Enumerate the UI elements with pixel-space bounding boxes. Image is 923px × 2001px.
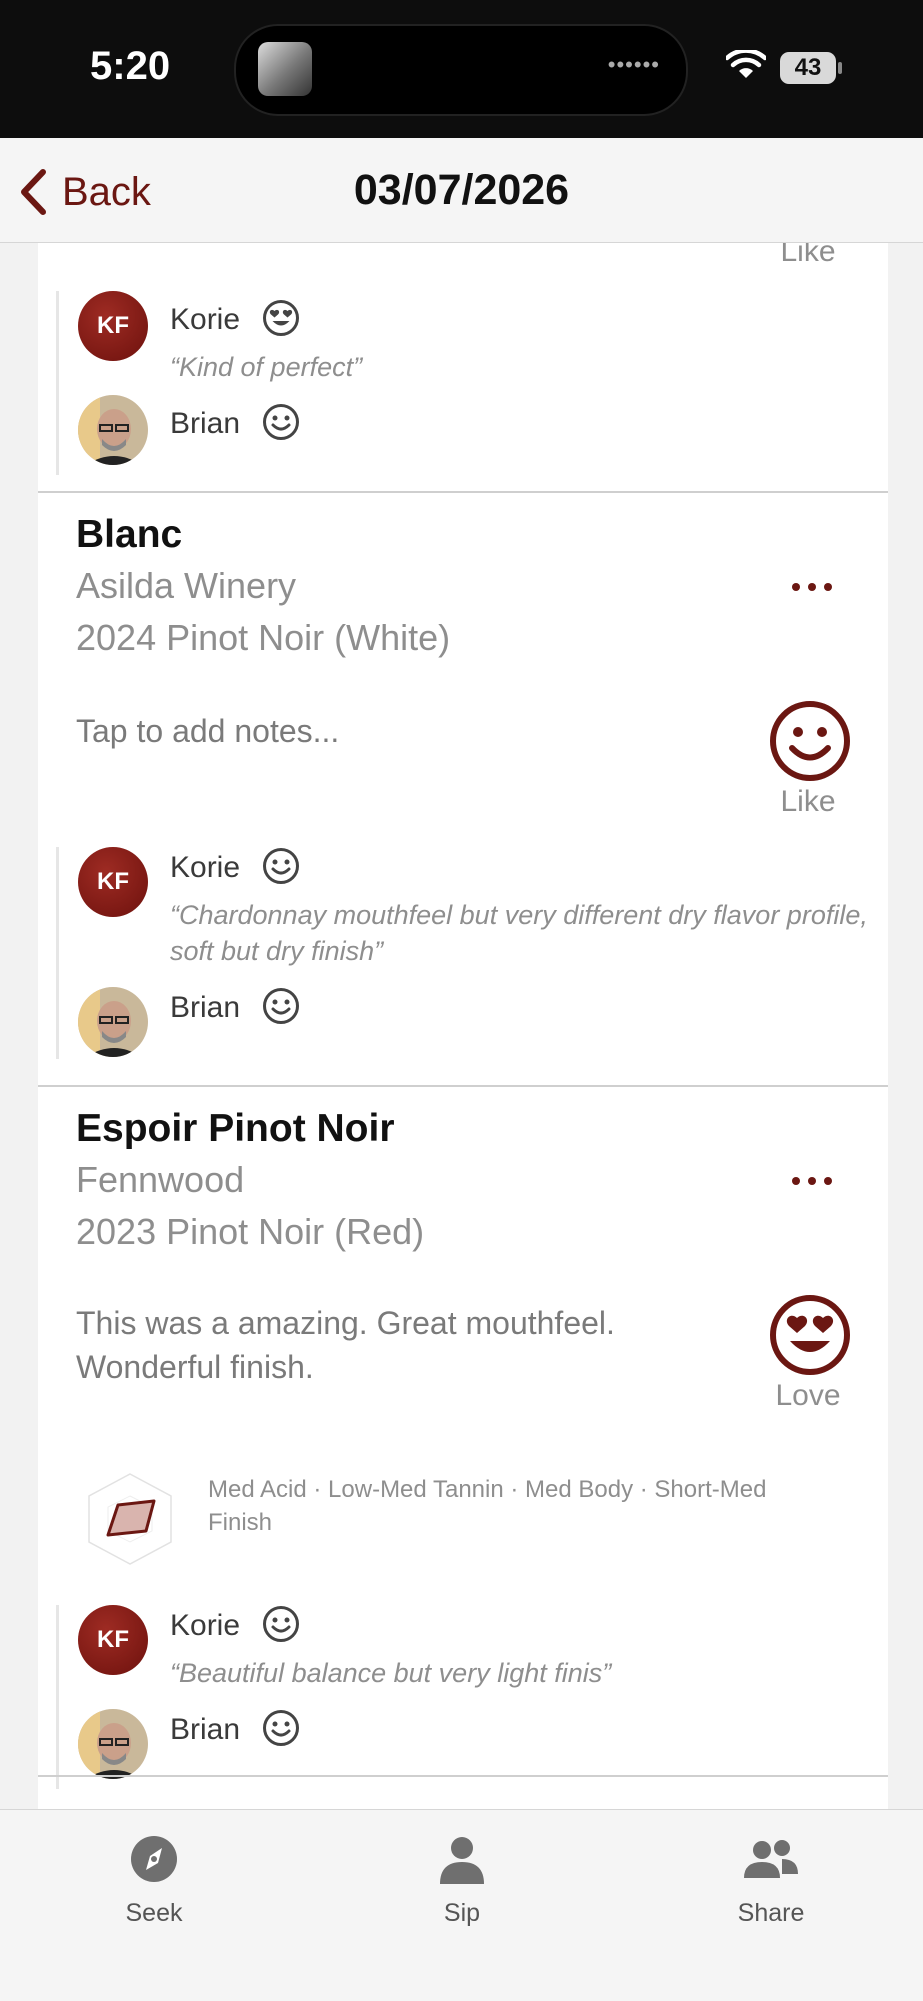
tasting-profile-chart-icon[interactable] xyxy=(86,1471,174,1567)
tasting-notes[interactable]: This was a amazing. Great mouthfeel. Won… xyxy=(76,1301,716,1389)
comment-thread-line xyxy=(56,847,59,1059)
wifi-icon xyxy=(726,50,766,78)
status-time: 5:20 xyxy=(90,44,171,88)
user-photo-icon xyxy=(78,1709,148,1779)
person-icon xyxy=(440,1837,484,1884)
commenter-name: Brian xyxy=(170,1713,241,1746)
tab-label: Sip xyxy=(443,1899,481,1927)
winery-name: Asilda Winery xyxy=(76,565,297,606)
avatar xyxy=(78,987,148,1057)
love-face-icon xyxy=(263,300,299,336)
avatar: KF xyxy=(78,847,148,917)
comment-list: KF Korie “Chardonnay mouthfeel but very … xyxy=(56,847,876,1059)
tab-label: Seek xyxy=(125,1899,183,1927)
wine-list[interactable]: Like KF Korie “Kind of perfect” Brian Bl… xyxy=(38,243,888,1809)
comment-thread-line xyxy=(56,291,59,475)
love-face-icon[interactable] xyxy=(768,1293,852,1377)
more-options-icon[interactable] xyxy=(790,577,834,597)
commenter-name: Korie xyxy=(170,303,241,336)
navigation-bar: Back 03/07/2026 xyxy=(0,138,923,243)
tab-share[interactable]: Share xyxy=(671,1834,871,1928)
comment-text: “Chardonnay mouthfeel but very different… xyxy=(170,900,868,966)
smile-face-icon xyxy=(263,988,299,1024)
people-icon xyxy=(744,1840,798,1878)
audio-indicator-icon: •••••• xyxy=(607,52,660,77)
comment-thread-line xyxy=(56,1605,59,1789)
tab-seek[interactable]: Seek xyxy=(54,1834,254,1928)
rating-label: Like xyxy=(780,243,836,268)
like-face-icon[interactable] xyxy=(768,699,852,783)
dynamic-island[interactable]: •••••• xyxy=(234,24,688,116)
page-title: 03/07/2026 xyxy=(353,166,570,214)
avatar: KF xyxy=(78,1605,148,1675)
vintage-varietal: 2023 Pinot Noir (Red) xyxy=(76,1211,425,1252)
avatar xyxy=(78,395,148,465)
battery-indicator: 43 xyxy=(780,52,842,84)
card-divider xyxy=(38,1775,888,1777)
rating-label: Love xyxy=(775,1379,841,1412)
smile-face-icon xyxy=(263,1606,299,1642)
comment-list: KF Korie “Beautiful balance but very lig… xyxy=(56,1605,876,1789)
commenter-name: Korie xyxy=(170,1609,241,1642)
comment-list: KF Korie “Kind of perfect” Brian xyxy=(56,291,876,475)
notes-placeholder[interactable]: Tap to add notes... xyxy=(76,709,716,753)
comment-text: “Beautiful balance but very light finis” xyxy=(170,1658,612,1688)
more-options-icon[interactable] xyxy=(790,1171,834,1191)
comment-text: “Kind of perfect” xyxy=(170,352,363,382)
smile-face-icon xyxy=(263,848,299,884)
tab-bar: Seek Sip Share xyxy=(0,1809,923,2001)
tab-sip[interactable]: Sip xyxy=(362,1834,562,1928)
wine-name: Espoir Pinot Noir xyxy=(76,1107,395,1150)
smile-face-icon xyxy=(263,1710,299,1746)
tab-label: Share xyxy=(737,1899,805,1927)
wine-card-previous: Like KF Korie “Kind of perfect” Brian xyxy=(38,243,888,493)
commenter-name: Korie xyxy=(170,851,241,884)
tasting-summary: Med Acid · Low-Med Tannin · Med Body · S… xyxy=(208,1476,767,1536)
user-photo-icon xyxy=(78,395,148,465)
rating-label: Like xyxy=(780,785,836,818)
smile-face-icon xyxy=(263,404,299,440)
wine-name: Blanc xyxy=(76,513,183,556)
winery-name: Fennwood xyxy=(76,1159,245,1200)
commenter-name: Brian xyxy=(170,407,241,440)
wine-card[interactable]: Espoir Pinot Noir Fennwood 2023 Pinot No… xyxy=(38,1087,888,1789)
commenter-name: Brian xyxy=(170,991,241,1024)
status-bar: 5:20 •••••• 43 xyxy=(0,0,923,138)
user-photo-icon xyxy=(78,987,148,1057)
avatar xyxy=(78,1709,148,1779)
compass-icon xyxy=(131,1836,177,1882)
vintage-varietal: 2024 Pinot Noir (White) xyxy=(76,617,451,658)
wine-card[interactable]: Blanc Asilda Winery 2024 Pinot Noir (Whi… xyxy=(38,493,888,1085)
now-playing-thumbnail xyxy=(258,42,312,96)
avatar: KF xyxy=(78,291,148,361)
